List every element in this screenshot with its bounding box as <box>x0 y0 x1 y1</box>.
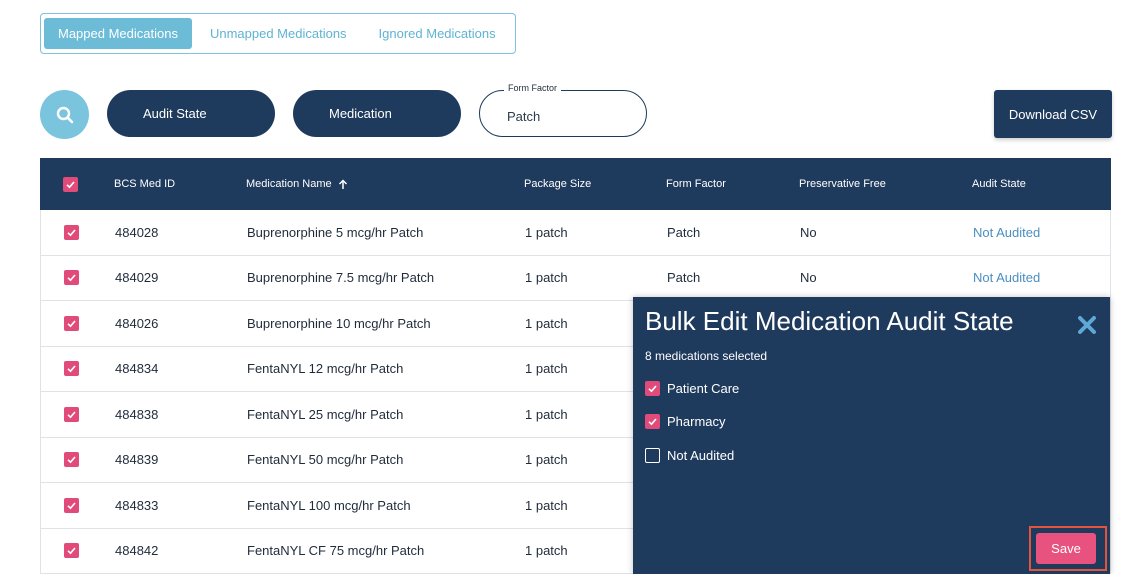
row-checkbox[interactable] <box>64 224 79 240</box>
cell-package-size: 1 patch <box>525 497 568 513</box>
patient-care-label: Patient Care <box>667 380 740 396</box>
check-icon <box>67 365 76 373</box>
check-icon <box>66 180 75 188</box>
cell-package-size: 1 patch <box>525 315 568 331</box>
cell-medication-name: FentaNYL CF 75 mcg/hr Patch <box>247 543 425 559</box>
tab-ignored-medications[interactable]: Ignored Medications <box>365 18 510 49</box>
medication-tabs: Mapped Medications Unmapped Medications … <box>40 13 516 54</box>
not-audited-checkbox[interactable] <box>645 447 660 463</box>
select-all-checkbox[interactable] <box>63 176 78 192</box>
check-icon <box>67 274 76 282</box>
tab-mapped-medications[interactable]: Mapped Medications <box>44 18 192 49</box>
cell-medication-name: Buprenorphine 7.5 mcg/hr Patch <box>247 270 435 286</box>
row-checkbox[interactable] <box>64 543 79 559</box>
cell-medication-name: FentaNYL 100 mcg/hr Patch <box>247 497 411 513</box>
search-button[interactable] <box>40 90 89 139</box>
check-icon <box>67 229 76 237</box>
row-checkbox[interactable] <box>64 315 79 331</box>
cell-preservative-free: No <box>800 224 817 240</box>
cell-medication-name: FentaNYL 25 mcg/hr Patch <box>247 406 404 422</box>
cell-bcs-med-id: 484834 <box>115 361 159 377</box>
row-checkbox[interactable] <box>64 270 79 286</box>
cell-form-factor: Patch <box>667 270 701 286</box>
header-medication-name-label: Medication Name <box>246 178 332 190</box>
form-factor-label: Form Factor <box>504 83 562 93</box>
save-button[interactable]: Save <box>1036 533 1096 564</box>
form-factor-value: Patch <box>507 109 541 124</box>
cell-bcs-med-id: 484838 <box>115 406 159 422</box>
cell-form-factor: Patch <box>667 224 701 240</box>
cell-package-size: 1 patch <box>525 270 568 286</box>
header-medication-name[interactable]: Medication Name <box>246 158 348 210</box>
form-factor-field[interactable]: Form Factor Patch <box>479 83 647 137</box>
medication-filter-button[interactable]: Medication <box>293 90 461 137</box>
cell-package-size: 1 patch <box>525 543 568 559</box>
cell-bcs-med-id: 484839 <box>115 452 159 468</box>
header-form-factor[interactable]: Form Factor <box>666 158 726 210</box>
search-icon <box>56 106 73 123</box>
audit-state-filter-button[interactable]: Audit State <box>107 90 275 137</box>
row-checkbox[interactable] <box>64 452 79 468</box>
medication-mapping-page: Mapped Medications Unmapped Medications … <box>0 0 1123 574</box>
cell-audit-state-link[interactable]: Not Audited <box>973 225 1040 240</box>
option-patient-care[interactable]: Patient Care <box>645 380 739 396</box>
save-highlight: Save <box>1029 526 1107 571</box>
close-icon <box>1078 316 1096 334</box>
check-icon <box>67 320 76 328</box>
pharmacy-checkbox[interactable] <box>645 413 660 429</box>
header-preservative-free[interactable]: Preservative Free <box>799 158 886 210</box>
row-checkbox[interactable] <box>64 406 79 422</box>
check-icon <box>67 456 76 464</box>
patient-care-checkbox[interactable] <box>645 380 660 396</box>
check-icon <box>67 502 76 510</box>
tab-unmapped-medications[interactable]: Unmapped Medications <box>196 18 361 49</box>
cell-bcs-med-id: 484842 <box>115 543 159 559</box>
modal-title: Bulk Edit Medication Audit State <box>645 306 1014 336</box>
header-package-size[interactable]: Package Size <box>524 158 591 210</box>
selected-count: 8 medications selected <box>645 349 768 363</box>
table-row[interactable]: 484028 Buprenorphine 5 mcg/hr Patch 1 patc… <box>40 210 1111 256</box>
table-row[interactable]: 484029 Buprenorphine 7.5 mcg/hr Patch 1 pa… <box>40 255 1111 301</box>
check-icon <box>67 547 76 555</box>
check-icon <box>648 384 657 392</box>
cell-package-size: 1 patch <box>525 361 568 377</box>
not-audited-label: Not Audited <box>667 447 735 463</box>
close-button[interactable] <box>1076 314 1098 336</box>
cell-medication-name: Buprenorphine 10 mcg/hr Patch <box>247 315 431 331</box>
cell-medication-name: FentaNYL 50 mcg/hr Patch <box>247 452 404 468</box>
pharmacy-label: Pharmacy <box>667 413 726 429</box>
cell-medication-name: Buprenorphine 5 mcg/hr Patch <box>247 224 424 240</box>
check-icon <box>648 417 657 425</box>
cell-package-size: 1 patch <box>525 452 568 468</box>
download-csv-button[interactable]: Download CSV <box>994 90 1112 138</box>
option-pharmacy[interactable]: Pharmacy <box>645 413 726 429</box>
cell-bcs-med-id: 484833 <box>115 497 159 513</box>
header-audit-state[interactable]: Audit State <box>972 158 1026 210</box>
cell-bcs-med-id: 484026 <box>115 315 159 331</box>
table-header: BCS Med ID Medication Name Package Size … <box>40 158 1111 210</box>
cell-bcs-med-id: 484029 <box>115 270 159 286</box>
row-checkbox[interactable] <box>64 361 79 377</box>
option-not-audited[interactable]: Not Audited <box>645 447 734 463</box>
cell-medication-name: FentaNYL 12 mcg/hr Patch <box>247 361 404 377</box>
cell-bcs-med-id: 484028 <box>115 224 159 240</box>
arrow-up-icon <box>338 178 348 190</box>
cell-audit-state-link[interactable]: Not Audited <box>973 270 1040 285</box>
cell-preservative-free: No <box>800 270 817 286</box>
check-icon <box>67 411 76 419</box>
cell-package-size: 1 patch <box>525 406 568 422</box>
header-bcs-med-id[interactable]: BCS Med ID <box>114 158 175 210</box>
bulk-edit-modal: Bulk Edit Medication Audit State 8 medic… <box>633 297 1110 574</box>
row-checkbox[interactable] <box>64 497 79 513</box>
cell-package-size: 1 patch <box>525 224 568 240</box>
